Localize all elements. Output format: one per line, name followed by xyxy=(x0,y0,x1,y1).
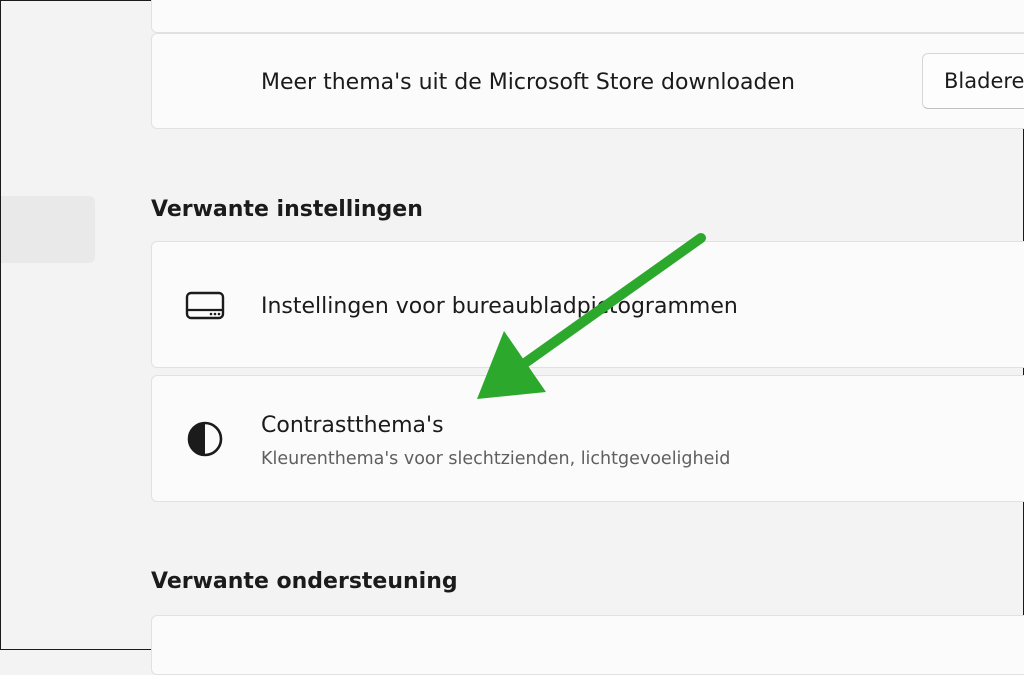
nav-item-selected[interactable] xyxy=(1,196,95,263)
browse-store-button[interactable]: Bladere xyxy=(922,53,1024,109)
contrast-icon xyxy=(187,421,223,457)
contrast-themes-title: Contrastthema's xyxy=(261,413,444,438)
desktop-icon-settings-item[interactable]: Instellingen voor bureaubladpictogrammen xyxy=(151,241,1024,368)
related-settings-heading: Verwante instellingen xyxy=(151,197,423,222)
previous-settings-card xyxy=(151,0,1024,33)
store-themes-title: Meer thema's uit de Microsoft Store down… xyxy=(261,70,795,95)
related-support-heading: Verwante ondersteuning xyxy=(151,569,458,594)
store-themes-card: Meer thema's uit de Microsoft Store down… xyxy=(151,33,1024,129)
desktop-icon xyxy=(185,291,225,320)
desktop-icon-settings-title: Instellingen voor bureaubladpictogrammen xyxy=(261,294,738,319)
contrast-themes-item[interactable]: Contrastthema's Kleurenthema's voor slec… xyxy=(151,375,1024,502)
contrast-themes-subtitle: Kleurenthema's voor slechtzienden, licht… xyxy=(261,449,731,469)
support-card xyxy=(151,615,1024,675)
